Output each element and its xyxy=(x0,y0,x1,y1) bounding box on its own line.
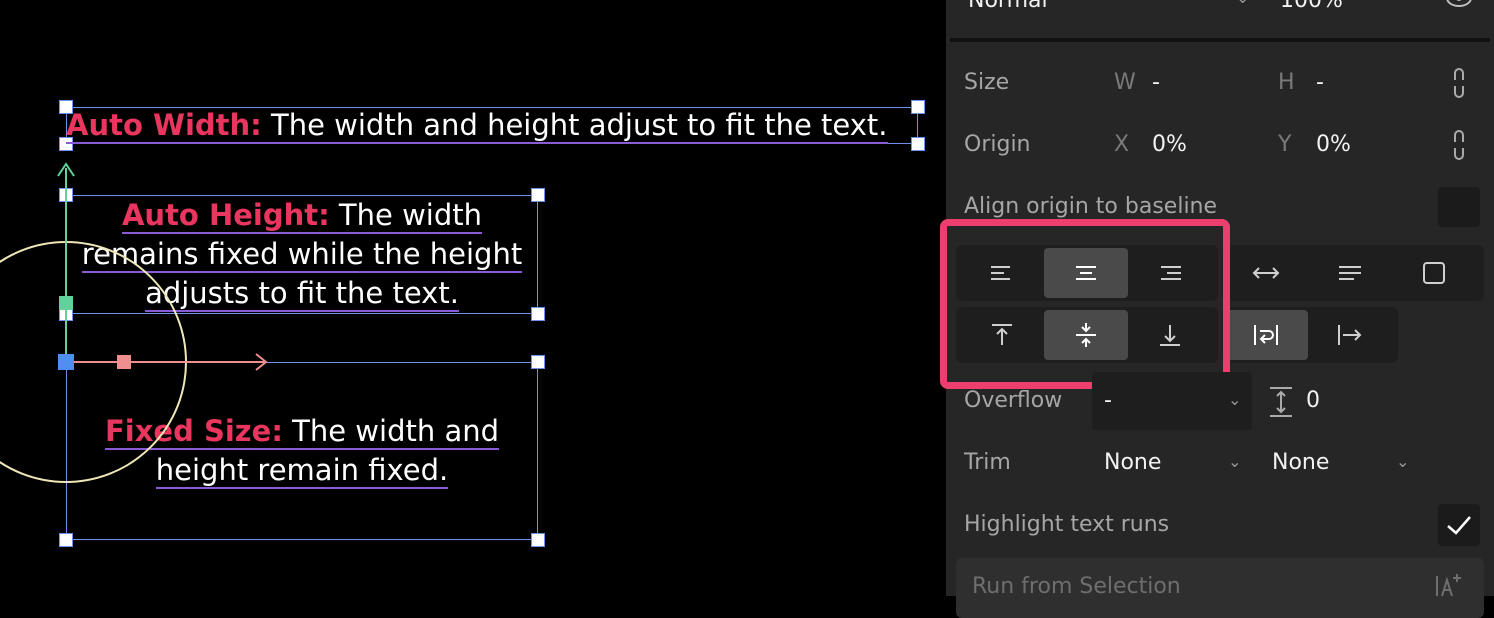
trim-label: Trim xyxy=(964,450,1011,475)
width-input[interactable]: - xyxy=(1152,70,1160,95)
blend-mode-select[interactable]: Normal xyxy=(968,0,1048,13)
auto-width-description: The width and height adjust to fit the t… xyxy=(261,108,888,142)
properties-panel: Normal ⌄ 100% Size W - H - Origin X 0% Y… xyxy=(940,0,1494,618)
fixed-size-button[interactable] xyxy=(1392,248,1476,298)
auto-height-line-1: The width xyxy=(329,198,483,232)
text-plus-icon xyxy=(1436,574,1461,597)
y-axis-handle[interactable] xyxy=(59,296,73,310)
text-wrap-icon xyxy=(1254,325,1278,345)
chevron-down-icon: ⌄ xyxy=(1228,390,1242,409)
no-wrap-button[interactable] xyxy=(1308,310,1392,360)
origin-y-input[interactable]: 0% xyxy=(1316,132,1351,157)
fixed-size-line-1: The width and xyxy=(282,414,500,448)
origin-handle[interactable] xyxy=(58,354,74,370)
auto-width-text[interactable]: Auto Width: The width and height adjust … xyxy=(66,106,918,145)
size-label: Size xyxy=(964,70,1010,95)
highlight-text-runs-checkbox[interactable] xyxy=(1438,504,1480,546)
run-from-selection-label: Run from Selection xyxy=(972,574,1181,599)
chevron-down-icon: ⌄ xyxy=(1228,452,1242,471)
line-spacing-icon[interactable] xyxy=(1268,386,1294,418)
origin-y-label: Y xyxy=(1278,132,1292,157)
x-axis-handle[interactable] xyxy=(117,355,131,369)
align-baseline-label: Align origin to baseline xyxy=(964,194,1218,219)
eye-icon[interactable] xyxy=(1444,0,1474,12)
chevron-down-icon: ⌄ xyxy=(1396,452,1410,471)
overflow-value: - xyxy=(1104,388,1112,413)
link-icon[interactable] xyxy=(1452,68,1466,98)
checkmark-icon xyxy=(1447,516,1471,535)
arrows-horizontal-icon xyxy=(1252,267,1280,279)
opacity-value[interactable]: 100% xyxy=(1280,0,1343,13)
trim-end-select[interactable]: None xyxy=(1272,450,1329,475)
text-lines-icon xyxy=(1339,266,1361,280)
height-input[interactable]: - xyxy=(1316,70,1324,95)
height-label: H xyxy=(1278,70,1295,95)
auto-height-button[interactable] xyxy=(1308,248,1392,298)
chevron-down-icon: ⌄ xyxy=(1236,0,1249,7)
design-canvas[interactable]: Auto Width: The width and height adjust … xyxy=(0,0,946,596)
origin-x-label: X xyxy=(1114,132,1130,157)
overflow-label: Overflow xyxy=(964,388,1063,413)
highlight-text-runs-label: Highlight text runs xyxy=(964,512,1170,537)
auto-width-button[interactable] xyxy=(1224,248,1308,298)
arrow-right-bar-icon xyxy=(1338,325,1362,345)
resize-handle[interactable] xyxy=(531,533,545,547)
auto-width-label: Auto Width: xyxy=(66,108,262,142)
square-icon xyxy=(1423,262,1445,284)
resize-handle[interactable] xyxy=(59,533,73,547)
origin-x-input[interactable]: 0% xyxy=(1152,132,1187,157)
transform-gizmo[interactable] xyxy=(0,150,300,490)
line-spacing-input[interactable]: 0 xyxy=(1306,388,1320,413)
section-divider xyxy=(950,38,1490,42)
width-label: W xyxy=(1114,70,1136,95)
resize-handle[interactable] xyxy=(531,355,545,369)
link-icon[interactable] xyxy=(1452,130,1466,160)
highlight-annotation-box xyxy=(940,219,1230,389)
trim-start-select[interactable]: None xyxy=(1104,450,1161,475)
wrap-text-button[interactable] xyxy=(1224,310,1308,360)
align-baseline-checkbox[interactable] xyxy=(1438,187,1480,227)
origin-label: Origin xyxy=(964,132,1031,157)
